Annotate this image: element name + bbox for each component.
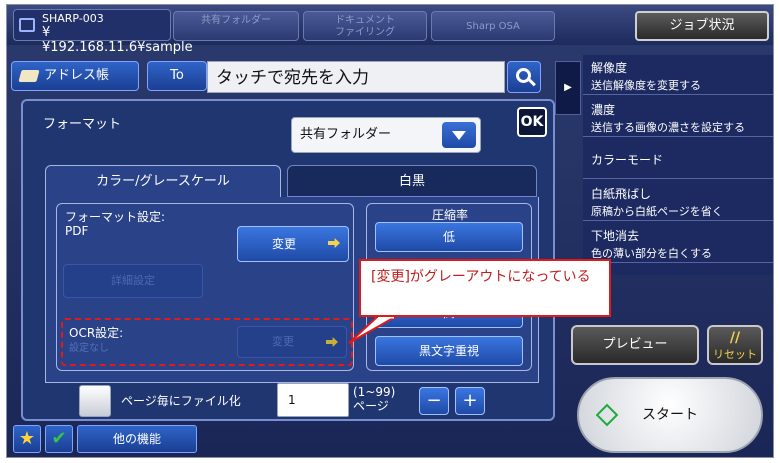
destination-input[interactable]: タッチで宛先を入力 1 + [207,61,682,93]
to-button[interactable]: To [147,61,207,91]
copier-screen: SHARP-003 ¥¥192.168.11.6¥sample 共有フォルダー … [6,4,774,458]
ocr-highlight: OCR設定: 設定なし 変更 [61,318,353,366]
page-count-input[interactable]: 1 [277,383,349,417]
device-path: ¥¥192.168.11.6¥sample [42,25,193,55]
settings-panel: 解像度 送信解像度を変更する 濃度 送信する画像の濃さを設定する カラーモード … [583,55,773,275]
search-button[interactable] [507,61,541,93]
setting-color-mode[interactable]: カラーモード [583,139,773,179]
chevron-down-icon[interactable] [442,122,476,148]
format-setting-label: フォーマット設定: PDF [65,210,165,238]
destination-placeholder: タッチで宛先を入力 [216,68,369,88]
per-page-label: ページ毎にファイル化 [121,394,241,408]
start-label: スタート [642,407,698,423]
setting-resolution[interactable]: 解像度 送信解像度を変更する [583,55,773,95]
format-setting-value: PDF [65,224,89,238]
document-filing-button[interactable]: ドキュメント ファイリング [303,11,427,41]
setting-title: カラーモード [591,153,664,167]
page-range-label: (1~99) ページ [353,385,396,413]
format-change-button[interactable]: 変更 [237,226,349,262]
sharp-osa-button[interactable]: Sharp OSA [431,11,555,41]
format-target-value: 共有フォルダー [300,127,392,142]
start-icon [595,403,619,427]
job-status-button[interactable]: ジョブ状況 [635,11,769,41]
ocr-change-label: 変更 [272,335,294,348]
setting-sub: 原稿から白紙ページを省く [591,205,723,218]
favorite-star-icon[interactable]: ★ [13,425,41,453]
annotation-callout: [変更]がグレーアウトになっている [359,259,611,317]
panel-toggle-button[interactable]: ▶ [555,61,581,115]
setting-density[interactable]: 濃度 送信する画像の濃さを設定する [583,97,773,137]
ocr-value: 設定なし [69,343,109,354]
address-book-button[interactable]: アドレス帳 [11,61,139,91]
setting-sub: 送信解像度を変更する [591,79,701,92]
increment-button[interactable]: + [455,387,485,415]
tab-mono[interactable]: 白黒 [287,165,537,197]
arrow-right-icon [326,337,338,347]
setting-sub: 色の薄い部分を白くする [591,247,712,260]
setting-title: 白紙飛ばし [591,187,652,201]
reset-label: リセット [713,348,757,361]
format-settings-box: フォーマット設定: PDF 変更 詳細設定 OCR設定: 設定なし 変更 [56,203,354,371]
reset-button[interactable]: // リセット [707,325,763,365]
start-button[interactable]: スタート [577,377,763,453]
compression-title: 圧縮率 [431,208,468,222]
setting-title: 下地消去 [591,229,640,243]
change-label: 変更 [272,237,297,251]
preview-button[interactable]: プレビュー [571,325,699,365]
setting-title: 濃度 [591,103,616,117]
reset-icon: // [729,330,741,346]
setting-blank-skip[interactable]: 白紙飛ばし 原稿から白紙ページを省く [583,181,773,221]
other-functions-button[interactable]: 他の機能 [77,425,197,453]
setting-sub: 送信する画像の濃さを設定する [591,121,745,134]
top-bar: SHARP-003 ¥¥192.168.11.6¥sample 共有フォルダー … [7,5,773,55]
setting-title: 解像度 [591,61,628,75]
format-setting-title: フォーマット設定: [65,210,166,224]
setting-background-erase[interactable]: 下地消去 色の薄い部分を白くする [583,223,773,263]
compression-black-text-button[interactable]: 黒文字重視 [375,336,523,366]
device-selector[interactable]: SHARP-003 ¥¥192.168.11.6¥sample [13,9,193,55]
ocr-change-button: 変更 [237,326,347,358]
decrement-button[interactable]: − [419,387,449,415]
format-target-select[interactable]: 共有フォルダー [291,117,481,153]
arrow-right-icon [328,238,340,248]
shared-folder-button[interactable]: 共有フォルダー [173,11,299,41]
per-page-checkbox[interactable] [79,385,111,417]
search-icon-handle [528,78,536,87]
tab-color-grayscale[interactable]: カラー/グレースケール [45,165,281,197]
check-icon[interactable]: ✔ [45,425,73,453]
dialog-title: フォーマット [43,117,122,132]
network-icon [19,18,35,32]
address-book-icon [18,70,40,82]
compression-low-button[interactable]: 低 [375,222,523,252]
detail-settings-button: 詳細設定 [63,264,203,298]
device-name: SHARP-003 [42,12,104,25]
ok-button[interactable]: OK [517,107,547,137]
address-book-label: アドレス帳 [44,68,110,83]
